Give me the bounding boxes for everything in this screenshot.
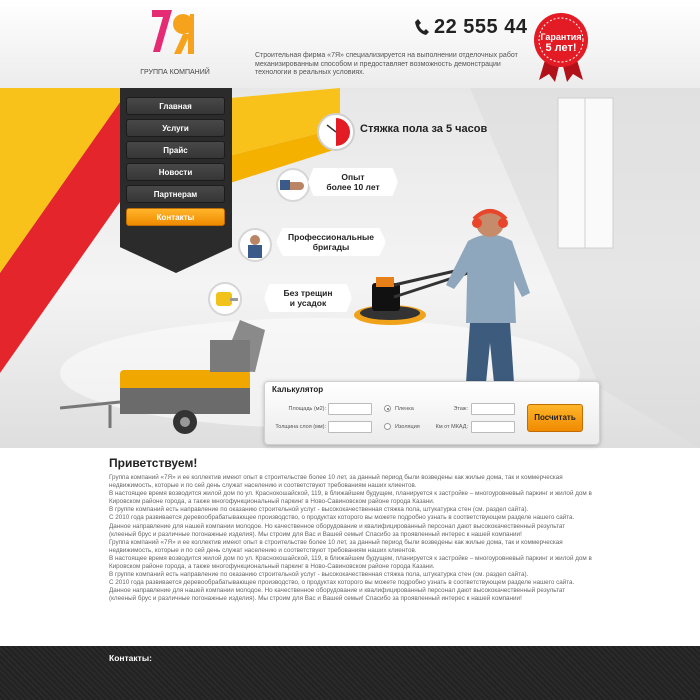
paragraph: С 2010 года развивается деревообрабатыва… — [109, 514, 575, 538]
calculator-title: Калькулятор — [272, 385, 324, 394]
menu-item-1[interactable]: Главная — [126, 97, 225, 115]
film-radio[interactable] — [384, 405, 391, 412]
hero-headline: Стяжка пола за 5 часов — [360, 123, 488, 135]
worker-illustration — [354, 209, 530, 413]
menu-item-6[interactable]: Контакты — [126, 208, 225, 226]
guarantee-line2: 5 лет! — [545, 42, 577, 54]
menu-item-3[interactable]: Прайс — [126, 141, 225, 159]
paragraph: В настоящее время возводится жилой дом п… — [109, 490, 592, 506]
about-text: Группа компаний «7Я» и ее коллектив имею… — [109, 474, 594, 604]
logo-subtitle: ГРУППА КОМПАНИЙ — [140, 69, 210, 76]
paragraph: В группе компаний есть направление по ок… — [109, 571, 529, 579]
greeting-heading: Приветствуем! — [109, 456, 198, 470]
film-label: Пленка — [395, 406, 414, 412]
menu-item-5[interactable]: Партнерам — [126, 185, 225, 203]
guarantee-text: Гарантия 5 лет! — [536, 32, 586, 54]
insulation-label: Изоляция — [395, 424, 420, 430]
timer-icon — [317, 113, 355, 151]
handshake-icon — [276, 168, 310, 202]
worker-icon — [238, 228, 272, 262]
menu-item-2[interactable]: Услуги — [126, 119, 225, 137]
feature-experience: Опыт более 10 лет — [308, 168, 398, 196]
floor-input[interactable] — [471, 403, 515, 415]
paragraph: Группа компаний «7Я» и ее коллектив имею… — [109, 538, 563, 554]
phone-number[interactable]: 22 555 44 — [434, 16, 527, 39]
tape-measure-icon — [208, 282, 242, 316]
thickness-input[interactable] — [328, 421, 372, 433]
floor-label: Этаж: — [453, 406, 468, 412]
thickness-label: Толщина слоя (мм): — [275, 424, 326, 430]
paragraph: В настоящее время возводится жилой дом п… — [109, 554, 592, 571]
company-description: Строительная фирма «7Я» специализируется… — [255, 52, 518, 76]
calculate-button[interactable]: Посчитать — [527, 404, 583, 432]
paragraph: С 2010 года развивается деревообрабатыва… — [109, 579, 575, 603]
km-label: Км от МКАД: — [435, 424, 468, 430]
phone-icon — [415, 19, 429, 35]
menu-item-4[interactable]: Новости — [126, 163, 225, 181]
feature-no-cracks-line1: Без трещин — [283, 288, 333, 298]
footer — [0, 646, 700, 700]
feature-experience-line2: более 10 лет — [326, 182, 380, 192]
km-input[interactable] — [471, 421, 515, 433]
footer-contacts-title: Контакты: — [109, 653, 152, 663]
feature-teams: Профессиональные бригады — [276, 228, 386, 256]
feature-experience-line1: Опыт — [341, 172, 365, 182]
machine-illustration — [60, 320, 265, 434]
paragraph: Группа компаний «7Я» и ее коллектив имею… — [109, 474, 563, 490]
feature-no-cracks-line2: и усадок — [289, 298, 327, 308]
feature-no-cracks: Без трещин и усадок — [264, 284, 352, 312]
insulation-radio[interactable] — [384, 423, 391, 430]
company-logo[interactable] — [150, 8, 196, 58]
feature-teams-line1: Профессиональные — [288, 232, 374, 242]
feature-teams-line2: бригады — [312, 242, 350, 252]
area-label: Площадь (м2): — [288, 406, 326, 412]
area-input[interactable] — [328, 403, 372, 415]
